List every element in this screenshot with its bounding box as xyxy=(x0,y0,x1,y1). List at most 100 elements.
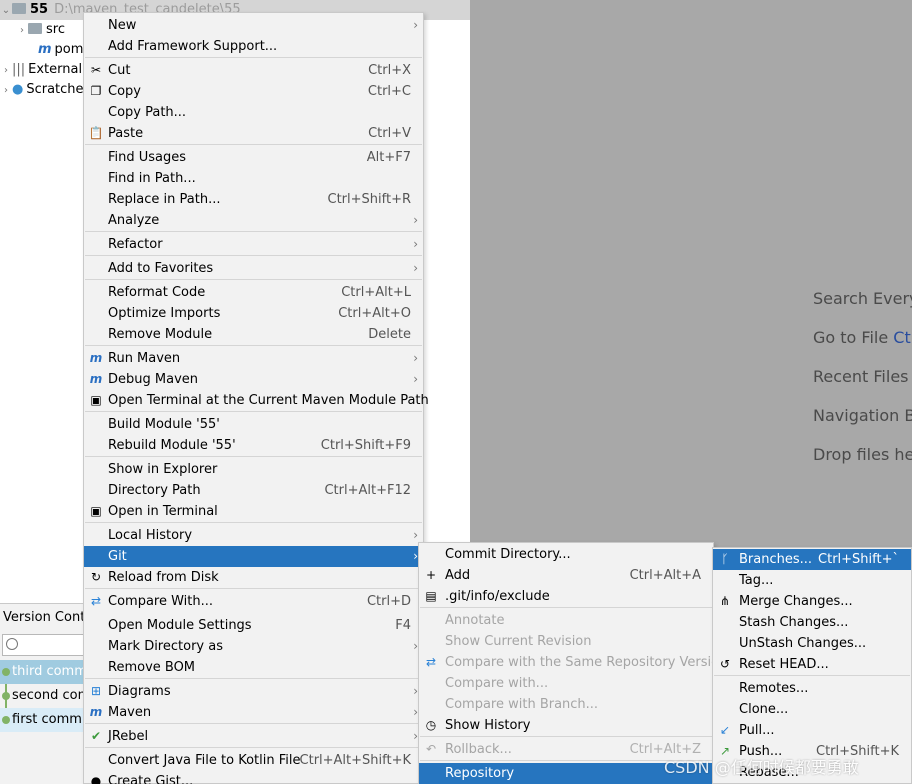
menu-item-replace-in-path[interactable]: Replace in Path... Ctrl+Shift+R xyxy=(84,189,423,210)
vcs-search-input[interactable] xyxy=(2,634,86,656)
menu-item-directory-path[interactable]: Directory Path Ctrl+Alt+F12 xyxy=(84,480,423,501)
vcs-panel-title[interactable]: Version Contr xyxy=(3,610,91,625)
menu-item-compare-with: Compare with... xyxy=(419,673,713,694)
project-tree: ⌄ 55 D:\maven_test_candelete\55 › src m pom … xyxy=(0,0,470,600)
menu-item-compare-with[interactable]: ⇄ Compare With... Ctrl+D xyxy=(84,591,423,612)
menu-item-merge-changes[interactable]: ⋔ Merge Changes... xyxy=(713,591,911,612)
tree-item-label: Scratche xyxy=(26,82,84,97)
menu-item-copy-path[interactable]: Copy Path... xyxy=(84,102,423,123)
menu-item-add[interactable]: + Add Ctrl+Alt+A xyxy=(419,565,713,586)
tree-item-external[interactable]: › ||| External xyxy=(0,60,82,80)
menu-item-add-to-favorites[interactable]: Add to Favorites › xyxy=(84,258,423,279)
menu-item-label: Branches... xyxy=(739,552,813,567)
chevron-right-icon[interactable]: › xyxy=(0,81,12,101)
rollback-icon: ↶ xyxy=(425,742,437,756)
menu-item-open-module-settings[interactable]: Open Module Settings F4 xyxy=(84,615,423,636)
run-maven-icon: m xyxy=(89,351,103,365)
tree-item-pom[interactable]: m pom xyxy=(38,40,83,60)
chevron-down-icon[interactable]: ⌄ xyxy=(0,1,12,21)
folder-icon xyxy=(28,23,42,34)
menu-item-find-usages[interactable]: Find Usages Alt+F7 xyxy=(84,147,423,168)
menu-separator xyxy=(85,345,422,346)
menu-item-create-gist[interactable]: ● Create Gist... xyxy=(84,771,423,784)
commit-dot-icon xyxy=(2,692,10,700)
menu-item-find-in-path[interactable]: Find in Path... xyxy=(84,168,423,189)
menu-item-stash-changes[interactable]: Stash Changes... xyxy=(713,612,911,633)
menu-item-rebuild-module-55[interactable]: Rebuild Module '55' Ctrl+Shift+F9 xyxy=(84,435,423,456)
menu-item-diagrams[interactable]: ⊞ Diagrams › xyxy=(84,681,423,702)
diagrams-icon: ⊞ xyxy=(90,684,102,698)
menu-item-label: Find in Path... xyxy=(108,171,196,186)
menu-item-build-module-55[interactable]: Build Module '55' xyxy=(84,414,423,435)
menu-item-label: Diagrams xyxy=(108,684,171,699)
menu-item-local-history[interactable]: Local History › xyxy=(84,525,423,546)
tree-item-label: pom xyxy=(54,42,84,57)
menu-item-pull[interactable]: ↙ Pull... xyxy=(713,720,911,741)
menu-item-shortcut: Ctrl+Alt+F12 xyxy=(324,483,411,498)
terminal-maven-icon: ▣ xyxy=(90,393,102,407)
menu-item-git[interactable]: Git › xyxy=(84,546,423,567)
menu-separator xyxy=(85,678,422,679)
menu-item-show-in-explorer[interactable]: Show in Explorer xyxy=(84,459,423,480)
menu-item-unstash-changes[interactable]: UnStash Changes... xyxy=(713,633,911,654)
menu-item-reload-from-disk[interactable]: ↻ Reload from Disk xyxy=(84,567,423,588)
menu-item-reformat-code[interactable]: Reformat Code Ctrl+Alt+L xyxy=(84,282,423,303)
menu-item-show-history[interactable]: ◷ Show History xyxy=(419,715,713,736)
git-submenu: Commit Directory... + Add Ctrl+Alt+A ▤ .git/i… xyxy=(418,542,727,784)
maven-icon: m xyxy=(38,42,52,57)
menu-item-git-info-exclude[interactable]: ▤ .git/info/exclude xyxy=(419,586,713,607)
reset-icon: ↺ xyxy=(719,657,731,671)
menu-item-tag[interactable]: Tag... xyxy=(713,570,911,591)
menu-item-label: Commit Directory... xyxy=(445,547,571,562)
menu-item-compare-with-branch: Compare with Branch... xyxy=(419,694,713,715)
chevron-right-icon[interactable]: › xyxy=(0,61,12,81)
hint-navigation-bar: Navigation B xyxy=(813,406,912,425)
menu-item-convert-java-file-to-kotlin-file[interactable]: Convert Java File to Kotlin File Ctrl+Alt… xyxy=(84,750,423,771)
menu-item-debug-maven[interactable]: m Debug Maven › xyxy=(84,369,423,390)
menu-item-analyze[interactable]: Analyze › xyxy=(84,210,423,231)
menu-item-cut[interactable]: ✂ Cut Ctrl+X xyxy=(84,60,423,81)
commit-row[interactable]: second com xyxy=(0,684,90,708)
menu-item-maven[interactable]: m Maven › xyxy=(84,702,423,723)
tree-item-scratches[interactable]: › ● Scratche xyxy=(0,80,84,100)
menu-item-refactor[interactable]: Refactor › xyxy=(84,234,423,255)
menu-item-remove-module[interactable]: Remove Module Delete xyxy=(84,324,423,345)
menu-item-compare-with-the-same-repository-version: ⇄ Compare with the Same Repository Versio… xyxy=(419,652,727,673)
commit-row[interactable]: first commit xyxy=(0,708,91,732)
menu-item-add-framework-support[interactable]: Add Framework Support... xyxy=(84,36,423,57)
menu-item-optimize-imports[interactable]: Optimize Imports Ctrl+Alt+O xyxy=(84,303,423,324)
tree-item-label: src xyxy=(46,22,65,37)
chevron-right-icon: › xyxy=(413,351,418,365)
commit-row[interactable]: third commi xyxy=(0,660,91,684)
maven-icon: m xyxy=(89,705,103,719)
menu-item-label: Show History xyxy=(445,718,531,733)
menu-item-copy[interactable]: ❐ Copy Ctrl+C xyxy=(84,81,423,102)
menu-item-label: Compare with the Same Repository Version xyxy=(445,655,728,670)
tree-item-src[interactable]: › src xyxy=(16,20,65,40)
menu-item-label: Compare with... xyxy=(445,676,549,691)
menu-separator xyxy=(85,747,422,748)
menu-item-clone[interactable]: Clone... xyxy=(713,699,911,720)
menu-item-label: Annotate xyxy=(445,613,505,628)
menu-item-label: Tag... xyxy=(739,573,774,588)
menu-item-branches[interactable]: ᚴ Branches... Ctrl+Shift+` xyxy=(713,549,911,570)
menu-item-reset-head[interactable]: ↺ Reset HEAD... xyxy=(713,654,911,675)
menu-item-label: Remove Module xyxy=(108,327,213,342)
menu-item-paste[interactable]: 📋 Paste Ctrl+V xyxy=(84,123,423,144)
menu-item-commit-directory[interactable]: Commit Directory... xyxy=(419,544,713,565)
commit-dot-icon xyxy=(2,668,10,676)
menu-item-new[interactable]: New › xyxy=(84,15,423,36)
chevron-right-icon[interactable]: › xyxy=(16,21,28,41)
file-icon: ▤ xyxy=(425,589,437,603)
menu-item-open-in-terminal[interactable]: ▣ Open in Terminal xyxy=(84,501,423,522)
chevron-right-icon: › xyxy=(413,237,418,251)
menu-item-label: Git xyxy=(108,549,127,564)
menu-item-mark-directory-as[interactable]: Mark Directory as › xyxy=(84,636,423,657)
menu-separator xyxy=(85,57,422,58)
menu-item-remotes[interactable]: Remotes... xyxy=(713,678,911,699)
menu-item-remove-bom[interactable]: Remove BOM xyxy=(84,657,423,678)
plus-icon: + xyxy=(425,568,437,582)
menu-item-jrebel[interactable]: ✔ JRebel › xyxy=(84,726,423,747)
menu-item-open-terminal-at-the-current-maven-module-path[interactable]: ▣ Open Terminal at the Current Maven Modu… xyxy=(84,390,428,411)
menu-item-run-maven[interactable]: m Run Maven › xyxy=(84,348,423,369)
